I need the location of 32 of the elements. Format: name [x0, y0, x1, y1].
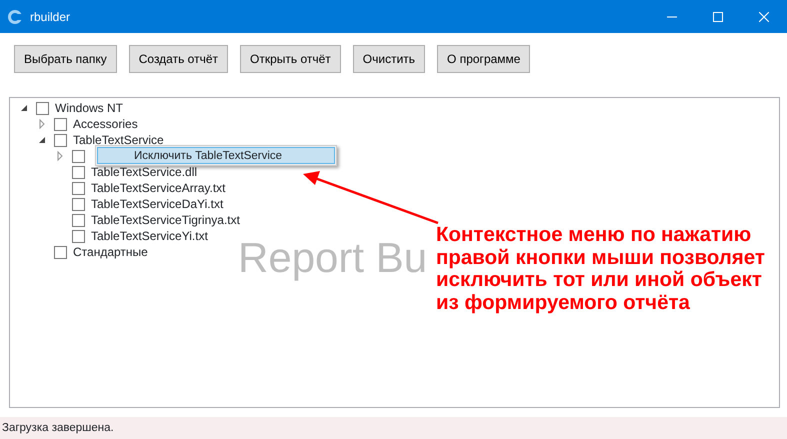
- toolbar-button[interactable]: Очистить: [352, 45, 426, 73]
- annotation-text: Контекстное меню по нажатию правой кнопки мыши позволяет исключить тот или иной объект из формируемого отчёта: [436, 224, 766, 314]
- tree-item-label[interactable]: TableTextServiceYi.txt: [91, 227, 208, 245]
- tree-item-label[interactable]: Стандартные: [73, 243, 148, 261]
- checkbox[interactable]: [54, 118, 67, 130]
- toolbar-button[interactable]: Создать отчёт: [128, 45, 228, 73]
- toolbar-button[interactable]: Открыть отчёт: [240, 45, 341, 73]
- window-title: rbuilder: [30, 8, 70, 26]
- tree-item-label[interactable]: TableTextServiceTigrinya.txt: [91, 211, 240, 229]
- checkbox[interactable]: [54, 246, 67, 258]
- tree-item-label[interactable]: Accessories: [73, 115, 138, 133]
- checkbox[interactable]: [36, 102, 49, 114]
- checkbox[interactable]: [72, 150, 85, 162]
- app-icon: [8, 10, 22, 24]
- close-icon[interactable]: [759, 12, 769, 22]
- tree-item-label[interactable]: TableTextServiceArray.txt: [91, 179, 226, 197]
- checkbox[interactable]: [72, 214, 85, 226]
- status-text: Загрузка завершена.: [0, 417, 787, 439]
- tree-item-label[interactable]: TableTextServiceDaYi.txt: [91, 195, 224, 213]
- watermark-text: Report Bu: [238, 233, 428, 283]
- tree-item-label[interactable]: TableTextService.dll: [91, 163, 198, 181]
- checkbox[interactable]: [72, 198, 85, 210]
- tree-item-label[interactable]: Windows NT: [55, 99, 124, 117]
- checkbox[interactable]: [72, 230, 85, 242]
- toolbar-button[interactable]: О программе: [437, 45, 530, 73]
- maximize-icon[interactable]: [713, 12, 723, 22]
- toolbar-button[interactable]: Выбрать папку: [14, 45, 117, 73]
- checkbox[interactable]: [54, 134, 67, 146]
- tree-item-label[interactable]: TableTextService: [73, 131, 164, 149]
- checkbox[interactable]: [72, 166, 85, 178]
- checkbox[interactable]: [72, 182, 85, 194]
- menu-item[interactable]: Исключить TableTextService: [97, 147, 335, 164]
